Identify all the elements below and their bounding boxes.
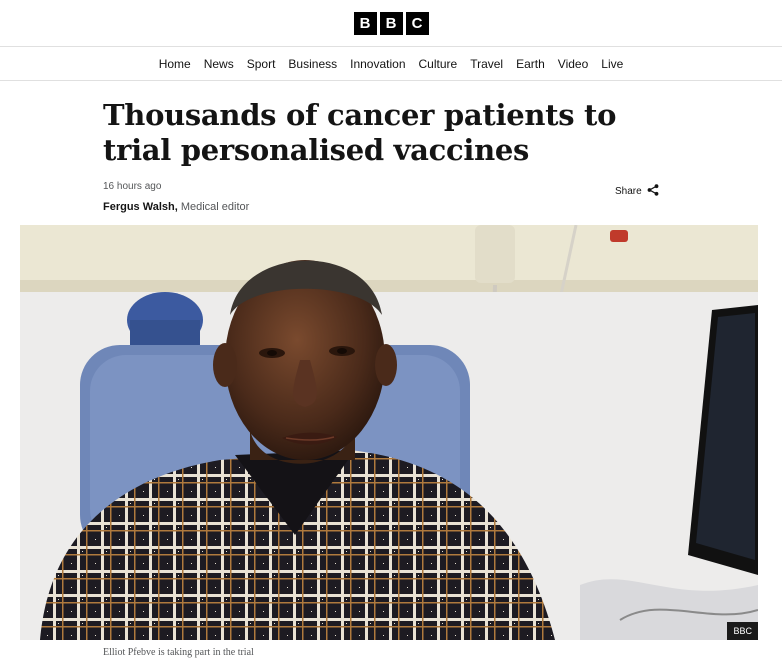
masthead: B B C [0, 0, 782, 47]
nav-item-innovation[interactable]: Innovation [350, 57, 405, 71]
nav-item-earth[interactable]: Earth [516, 57, 545, 71]
nav-item-video[interactable]: Video [558, 57, 588, 71]
share-button[interactable]: Share [615, 184, 659, 199]
nav-item-business[interactable]: Business [288, 57, 337, 71]
share-label: Share [615, 186, 642, 197]
hero-photo [20, 225, 758, 640]
main-nav: Home News Sport Business Innovation Cult… [0, 47, 782, 81]
nav-item-live[interactable]: Live [601, 57, 623, 71]
hero-image: BBC [20, 225, 758, 640]
author-name[interactable]: Fergus Walsh, [103, 201, 178, 213]
bbc-logo[interactable]: B B C [353, 11, 429, 35]
logo-letter: B [353, 11, 377, 35]
share-icon [647, 184, 659, 199]
nav-item-travel[interactable]: Travel [470, 57, 503, 71]
article-page: B B C Home News Sport Business Innovatio… [0, 0, 782, 670]
byline: Fergus Walsh, Medical editor [103, 201, 249, 213]
nav-item-sport[interactable]: Sport [247, 57, 276, 71]
nav-item-culture[interactable]: Culture [419, 57, 458, 71]
nav-item-home[interactable]: Home [159, 57, 191, 71]
article-timestamp: 16 hours ago [103, 181, 162, 192]
logo-letter: B [379, 11, 403, 35]
nav-item-news[interactable]: News [204, 57, 234, 71]
image-credit: BBC [727, 622, 758, 640]
image-caption: Elliot Pfebve is taking part in the tria… [103, 647, 254, 658]
article-headline: Thousands of cancer patients to trial pe… [103, 98, 617, 167]
author-role: Medical editor [180, 201, 250, 213]
logo-letter: C [405, 11, 429, 35]
